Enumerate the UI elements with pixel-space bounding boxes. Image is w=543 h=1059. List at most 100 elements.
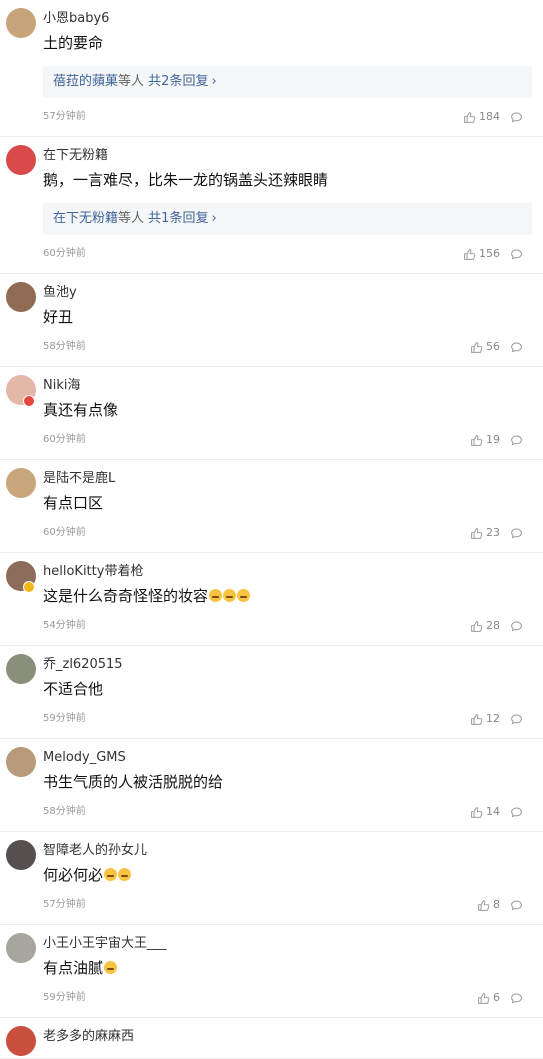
comment-text: 不适合他 [43, 678, 533, 700]
comment-username[interactable]: 在下无粉籍 [43, 147, 533, 165]
reply-count-link[interactable]: 共2条回复 [148, 74, 208, 89]
like-area[interactable]: 8 [477, 898, 523, 912]
comment-username[interactable]: 老多多的麻麻西 [43, 1028, 533, 1046]
chevron-right-icon[interactable]: › [211, 74, 216, 89]
comment-username[interactable]: 智障老人的孙女儿 [43, 842, 533, 860]
comment-username[interactable]: helloKitty带着枪 [43, 563, 533, 581]
thumbs-up-icon[interactable] [463, 248, 476, 261]
comment-time: 60分钟前 [43, 434, 86, 445]
reply-bubble-icon[interactable] [510, 111, 523, 124]
reply-bubble-icon[interactable] [510, 713, 523, 726]
comment-text-content: 好丑 [43, 308, 74, 326]
like-area[interactable]: 14 [470, 805, 523, 819]
like-count: 14 [486, 805, 500, 818]
reply-bubble-icon[interactable] [510, 992, 523, 1005]
comment-text-content: 有点油腻 [43, 959, 104, 977]
avatar[interactable] [6, 8, 36, 38]
avatar[interactable] [6, 1026, 36, 1056]
comment-body: Niki海真还有点像 60分钟前 19 [43, 367, 543, 447]
avatar[interactable] [6, 933, 36, 963]
thumbs-up-icon[interactable] [470, 713, 483, 726]
chevron-right-icon[interactable]: › [211, 211, 216, 226]
reply-summary[interactable]: 蓓菈的蘋菓等人 共2条回复 › [43, 66, 532, 98]
comment-item: 小王小王宇宙大王___ 有点油腻 59分钟前 6 [0, 925, 543, 1018]
comment-item: 小恩baby6 土的要命蓓菈的蘋菓等人 共2条回复 › 57分钟前 184 [0, 0, 543, 137]
comment-username[interactable]: Melody_GMS [43, 749, 533, 767]
reply-count-link[interactable]: 共1条回复 [148, 211, 208, 226]
reply-bubble-icon[interactable] [510, 899, 523, 912]
like-area[interactable]: 6 [477, 991, 523, 1005]
thumbs-up-icon[interactable] [477, 899, 490, 912]
reply-bubble-icon[interactable] [510, 620, 523, 633]
comment-text: 真还有点像 [43, 399, 533, 421]
avatar[interactable] [6, 282, 36, 312]
thumbs-up-icon[interactable] [470, 434, 483, 447]
thumbs-up-icon[interactable] [470, 620, 483, 633]
reply-bubble-icon[interactable] [510, 806, 523, 819]
comment-text: 书生气质的人被活脱脱的给 [43, 771, 533, 793]
reply-bubble-icon[interactable] [510, 527, 523, 540]
reply-suffix: 等人 [118, 74, 145, 89]
reply-bubble-icon[interactable] [510, 434, 523, 447]
like-area[interactable]: 56 [470, 340, 523, 354]
reply-summary[interactable]: 在下无粉籍等人 共1条回复 › [43, 203, 532, 235]
comment-text: 这是什么奇奇怪怪的妆容 [43, 585, 533, 607]
comment-time: 58分钟前 [43, 806, 86, 817]
verified-badge-icon [23, 581, 35, 593]
avatar[interactable] [6, 145, 36, 175]
comment-text-content: 土的要命 [43, 34, 104, 52]
comment-text-content: 这是什么奇奇怪怪的妆容 [43, 587, 209, 605]
thumbs-up-icon[interactable] [470, 806, 483, 819]
comment-username[interactable]: 鱼池y [43, 284, 533, 302]
like-area[interactable]: 23 [470, 526, 523, 540]
like-area[interactable]: 19 [470, 433, 523, 447]
emoji-icon [104, 868, 118, 881]
avatar[interactable] [6, 747, 36, 777]
comment-username[interactable]: 小恩baby6 [43, 10, 533, 28]
comment-item: helloKitty带着枪 这是什么奇奇怪怪的妆容 54分钟前 28 [0, 553, 543, 646]
avatar[interactable] [6, 654, 36, 684]
emoji-icon [118, 868, 132, 881]
avatar[interactable] [6, 840, 36, 870]
comment-time: 59分钟前 [43, 992, 86, 1003]
reply-bubble-icon[interactable] [510, 341, 523, 354]
comment-time: 57分钟前 [43, 899, 86, 910]
comment-body: helloKitty带着枪 这是什么奇奇怪怪的妆容 54分钟前 28 [43, 553, 543, 633]
comment-footer: 58分钟前 14 [43, 805, 533, 819]
comment-footer: 58分钟前 56 [43, 340, 533, 354]
verified-badge-icon [23, 395, 35, 407]
avatar[interactable] [6, 468, 36, 498]
like-area[interactable]: 184 [463, 110, 523, 124]
thumbs-up-icon[interactable] [463, 111, 476, 124]
thumbs-up-icon[interactable] [477, 992, 490, 1005]
comment-username[interactable]: 是陆不是鹿L [43, 470, 533, 488]
comment-body: 老多多的麻麻西 [43, 1018, 543, 1046]
comment-username[interactable]: Niki海 [43, 377, 533, 395]
like-area[interactable]: 156 [463, 247, 523, 261]
comment-footer: 60分钟前 156 [43, 247, 533, 261]
like-area[interactable]: 12 [470, 712, 523, 726]
comment-text-content: 不适合他 [43, 680, 104, 698]
comment-text-content: 鹅，一言难尽，比朱一龙的锅盖头还辣眼睛 [43, 171, 329, 189]
comment-time: 59分钟前 [43, 713, 86, 724]
comment-text-content: 有点口区 [43, 494, 104, 512]
like-area[interactable]: 28 [470, 619, 523, 633]
emoji-icon [223, 589, 237, 602]
reply-users[interactable]: 蓓菈的蘋菓 [53, 74, 118, 89]
comment-item: 在下无粉籍 鹅，一言难尽，比朱一龙的锅盖头还辣眼睛 在下无粉籍等人 共1条回复 › 60… [0, 137, 543, 274]
comment-body: 鱼池y 好丑 58分钟前 56 [43, 274, 543, 354]
comment-username[interactable]: 乔_zl620515 [43, 656, 533, 674]
comment-body: 小王小王宇宙大王___ 有点油腻 59分钟前 6 [43, 925, 543, 1005]
comment-time: 57分钟前 [43, 111, 86, 122]
thumbs-up-icon[interactable] [470, 527, 483, 540]
comment-item: 鱼池y 好丑 58分钟前 56 [0, 274, 543, 367]
reply-bubble-icon[interactable] [510, 248, 523, 261]
comment-footer: 59分钟前 12 [43, 712, 533, 726]
comment-time: 60分钟前 [43, 248, 86, 259]
comment-username[interactable]: 小王小王宇宙大王___ [43, 935, 533, 953]
reply-users[interactable]: 在下无粉籍 [53, 211, 118, 226]
comment-text: 鹅，一言难尽，比朱一龙的锅盖头还辣眼睛 [43, 169, 533, 191]
thumbs-up-icon[interactable] [470, 341, 483, 354]
comment-footer: 59分钟前 6 [43, 991, 533, 1005]
emoji-icon [104, 961, 118, 974]
